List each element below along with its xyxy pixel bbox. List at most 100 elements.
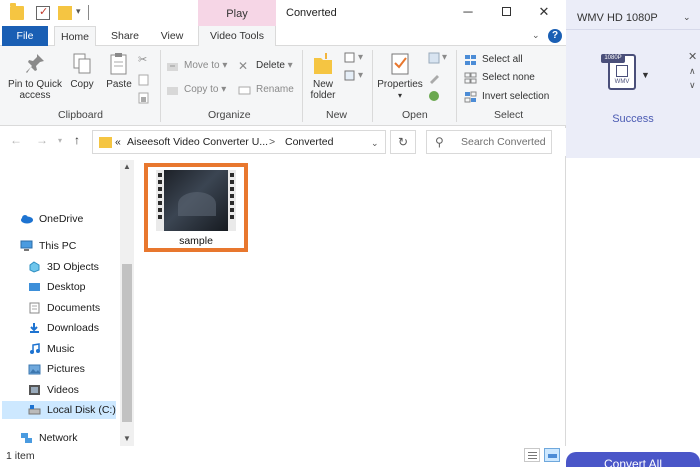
pictures-icon (28, 364, 41, 375)
cube-icon (29, 261, 40, 273)
up-arrow-icon[interactable]: ↑ (74, 133, 80, 147)
nav-item-this-pc[interactable]: This PC (20, 237, 116, 255)
collapse-ribbon-icon[interactable]: ⌄ (532, 30, 540, 41)
properties-quick-access-icon[interactable] (36, 5, 50, 20)
clipboard-group-label: Clipboard (58, 109, 103, 121)
move-down-chevron-icon[interactable]: ∨ (689, 80, 696, 91)
delete-button[interactable]: ✕ Delete ▾ (238, 58, 293, 74)
help-icon[interactable]: ? (548, 29, 562, 43)
search-icon: ⚲ (435, 135, 444, 149)
customize-toolbar-chevron-icon[interactable]: ▾ (76, 6, 81, 17)
breadcrumb-parent[interactable]: Aiseesoft Video Converter U... (127, 136, 268, 148)
select-group-label: Select (494, 109, 524, 121)
history-button[interactable] (428, 88, 446, 104)
select-all-button[interactable]: Select all (464, 52, 523, 68)
tab-view[interactable]: View (152, 26, 192, 46)
tab-home[interactable]: Home (54, 26, 96, 47)
new-folder-button[interactable]: New folder (306, 52, 340, 101)
scroll-down-arrow-icon[interactable]: ▼ (120, 434, 134, 443)
item-count: 1 item (6, 450, 35, 462)
format-dropdown-chevron-icon[interactable]: ⌄ (683, 12, 691, 23)
nav-item-downloads[interactable]: Downloads (28, 319, 116, 337)
resolution-badge: 1080P (601, 54, 625, 63)
paste-icon (110, 53, 127, 75)
navigation-bar: ← → ▾ ↑ « Aiseesoft Video Converter U...… (0, 128, 566, 156)
organize-group-label: Organize (208, 109, 251, 121)
new-folder-icon (314, 53, 332, 74)
pin-to-quick-access-button[interactable]: Pin to Quick access (6, 52, 64, 101)
scroll-up-arrow-icon[interactable]: ▲ (120, 162, 134, 171)
details-view-button[interactable] (524, 448, 540, 462)
move-up-chevron-icon[interactable]: ∧ (689, 66, 696, 77)
nav-item-label: Videos (47, 384, 79, 396)
maximize-button[interactable] (496, 4, 516, 20)
invert-selection-button[interactable]: Invert selection (464, 89, 549, 105)
move-to-label: Move to (184, 60, 220, 71)
close-button[interactable]: ✕ (534, 4, 554, 20)
film-strip (228, 170, 236, 231)
select-none-button[interactable]: Select none (464, 70, 535, 86)
film-icon (616, 65, 628, 77)
back-arrow-icon[interactable]: ← (10, 133, 22, 147)
refresh-button[interactable]: ↻ (390, 130, 416, 154)
copy-to-button[interactable]: Copy to ▾ (166, 82, 226, 98)
forward-arrow-icon[interactable]: → (36, 133, 48, 147)
search-box[interactable]: ⚲ Search Converted (426, 130, 552, 154)
convert-all-button[interactable]: Convert All (566, 452, 700, 467)
tab-file[interactable]: File (2, 26, 48, 46)
breadcrumb-separator[interactable]: > (269, 136, 275, 148)
copy-path-button[interactable] (138, 72, 156, 88)
window-title: Converted (286, 7, 337, 19)
breadcrumb-current[interactable]: Converted (285, 136, 333, 148)
new-folder-quick-access-icon[interactable] (58, 6, 72, 20)
paste-shortcut-button[interactable] (138, 90, 156, 106)
properties-button[interactable]: Properties ▾ (376, 52, 424, 101)
nav-item-network[interactable]: Network (20, 429, 116, 447)
move-to-button[interactable]: Move to ▾ (166, 58, 227, 74)
nav-item-pictures[interactable]: Pictures (28, 360, 116, 378)
nav-item-desktop[interactable]: Desktop (28, 278, 116, 296)
nav-item-label: Network (39, 432, 78, 444)
select-none-label: Select none (482, 72, 535, 83)
cut-button[interactable]: ✂ (138, 52, 156, 68)
output-format-label[interactable]: WMV HD 1080P (577, 12, 658, 24)
rename-button[interactable]: Rename (238, 82, 294, 98)
format-menu-arrow-icon[interactable]: ▼ (641, 70, 650, 80)
breadcrumb-overflow[interactable]: « (115, 136, 121, 148)
delete-icon: ✕ (238, 59, 249, 73)
paste-button[interactable]: Paste (104, 52, 134, 90)
open-button[interactable]: ▾ (428, 50, 447, 66)
videos-icon (29, 385, 40, 395)
nav-item-local-disk[interactable]: Local Disk (C:) (2, 401, 116, 419)
select-none-icon (464, 72, 477, 84)
large-icons-view-button[interactable] (544, 448, 560, 462)
nav-item-documents[interactable]: Documents (28, 299, 116, 317)
video-frame (164, 170, 228, 231)
easy-access-button[interactable]: ▾ (344, 68, 363, 84)
address-bar[interactable]: « Aiseesoft Video Converter U... > Conve… (92, 130, 386, 154)
tab-share[interactable]: Share (104, 26, 146, 46)
nav-item-videos[interactable]: Videos (28, 381, 116, 399)
tab-video-tools[interactable]: Video Tools (198, 26, 276, 46)
search-input[interactable]: Search Converted (461, 136, 546, 148)
address-history-chevron-icon[interactable]: ⌄ (371, 138, 379, 149)
minimize-button[interactable]: ─ (458, 4, 478, 20)
edit-button[interactable] (428, 70, 446, 86)
new-item-button[interactable]: ▾ (344, 50, 363, 66)
pin-icon (26, 54, 44, 73)
navigation-pane-scrollbar[interactable]: ▲ ▼ (120, 160, 134, 446)
file-item-sample[interactable]: sample (144, 163, 248, 252)
copy-button[interactable]: Copy (68, 52, 96, 90)
folder-icon (10, 3, 24, 20)
remove-task-icon[interactable]: ✕ (688, 50, 697, 63)
nav-item-onedrive[interactable]: OneDrive (20, 210, 116, 228)
nav-item-music[interactable]: Music (28, 340, 116, 358)
wmv-format-icon[interactable]: 1080P WMV (601, 54, 636, 90)
recent-locations-chevron-icon[interactable]: ▾ (58, 136, 62, 145)
ribbon-divider (302, 50, 303, 122)
nav-item-label: This PC (39, 240, 77, 252)
scrollbar-thumb[interactable] (122, 264, 132, 422)
paste-label: Paste (106, 79, 132, 90)
nav-item-3d-objects[interactable]: 3D Objects (28, 258, 116, 276)
converter-panel: WMV HD 1080P ⌄ 1080P WMV ▼ ✕ ∧ ∨ Success… (566, 0, 700, 467)
